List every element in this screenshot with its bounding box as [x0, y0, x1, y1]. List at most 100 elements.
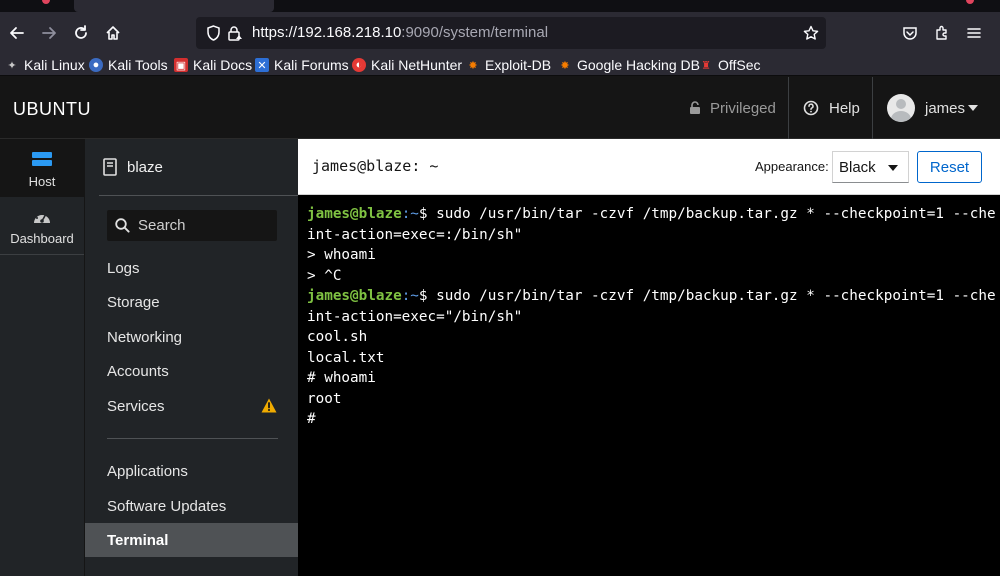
sidebar-item-label: Networking	[107, 328, 183, 346]
sidebar-item-label: Software Updates	[107, 497, 227, 515]
sidebar-item-label: Applications	[107, 462, 188, 480]
host-rail: Host Dashboard	[0, 139, 84, 576]
kali-tools-icon: ●	[89, 58, 103, 72]
host-selector[interactable]: blaze	[85, 139, 299, 195]
url-text[interactable]: https://192.168.218.10:9090/system/termi…	[252, 24, 548, 41]
line-text: $ sudo /usr/bin/tar -czvf /tmp/backup.ta…	[418, 206, 1000, 222]
sidebar-item-label: Logs	[107, 259, 140, 277]
sidebar-item-terminal[interactable]: Terminal	[85, 523, 299, 557]
sidebar-item-software-updates[interactable]: Software Updates	[85, 489, 299, 523]
bookmark-label: Kali Forums	[274, 57, 349, 73]
sidebar-item-label: Services	[107, 397, 165, 415]
search-icon	[115, 218, 130, 233]
line-text: local.txt	[307, 349, 385, 366]
line-text: $ sudo /usr/bin/tar -czvf /tmp/backup.ta…	[418, 288, 1000, 304]
hamburger-menu-icon	[967, 28, 981, 38]
divider	[107, 438, 278, 439]
extensions-button[interactable]	[929, 20, 955, 46]
bookmark-label: Kali Docs	[193, 57, 253, 73]
search-input[interactable]	[138, 217, 268, 234]
browser-navbar: https://192.168.218.10:9090/system/termi…	[0, 12, 1000, 54]
privileged-button[interactable]: Privileged	[689, 77, 776, 139]
home-icon	[106, 26, 120, 40]
bookmark-kali-docs[interactable]: ▣ Kali Docs	[174, 56, 252, 74]
bookmark-kali-nethunter[interactable]: ◐ Kali NetHunter	[352, 56, 462, 74]
masthead-divider	[872, 77, 873, 139]
rail-item-dashboard[interactable]: Dashboard	[0, 197, 84, 255]
terminal-output[interactable]: james@blaze:~$ sudo /usr/bin/tar -czvf /…	[298, 195, 1000, 576]
bookmark-kali-tools[interactable]: ● Kali Tools	[89, 56, 168, 74]
bookmark-star-icon[interactable]	[802, 24, 820, 42]
browser-tab[interactable]	[282, 0, 482, 12]
bookmark-kali-linux[interactable]: ✦ Kali Linux	[5, 56, 85, 74]
masthead: UBUNTU Privileged Help james	[0, 77, 1000, 139]
back-arrow-icon	[10, 27, 24, 39]
shield-icon[interactable]	[204, 24, 222, 42]
nethunter-icon: ◐	[352, 58, 366, 72]
back-button[interactable]	[4, 20, 30, 46]
reload-button[interactable]	[68, 20, 94, 46]
terminal-line: cool.sh	[307, 327, 1000, 348]
offsec-icon: ♜	[701, 59, 711, 72]
caret-down-icon	[968, 105, 979, 111]
terminal-line: # whoami	[307, 368, 1000, 389]
rail-item-host[interactable]: Host	[0, 139, 84, 197]
sidebar-item-storage[interactable]: Storage	[85, 285, 299, 319]
avatar	[887, 94, 915, 122]
lock-warning-icon[interactable]	[226, 24, 244, 42]
menu-button[interactable]	[961, 20, 987, 46]
help-circle-icon	[803, 100, 819, 116]
sidebar-item-networking[interactable]: Networking	[85, 320, 299, 354]
browser-tab-active[interactable]	[74, 0, 274, 12]
prompt-user: james@blaze	[307, 288, 402, 304]
rail-host-label: Host	[28, 173, 56, 189]
tab-indicator	[966, 0, 974, 4]
privileged-label: Privileged	[710, 99, 776, 117]
browser-tab-strip	[0, 0, 1000, 12]
line-text: root	[307, 390, 342, 407]
dashboard-gauge-icon	[34, 211, 50, 223]
user-menu-button[interactable]: james	[887, 77, 979, 139]
nav-search	[107, 210, 277, 241]
bookmark-label: Exploit-DB	[485, 57, 552, 73]
host-name: blaze	[127, 158, 163, 176]
divider	[99, 195, 299, 196]
forward-button[interactable]	[36, 20, 62, 46]
url-path: :9090/system/terminal	[401, 24, 549, 41]
terminal-panel: james@blaze: ~ Appearance: Black Reset j…	[298, 139, 1000, 576]
bookmark-exploit-db[interactable]: ✸ Exploit-DB	[466, 56, 551, 74]
sidebar-item-label: Accounts	[107, 362, 169, 380]
bookmark-label: Kali Linux	[24, 57, 85, 73]
terminal-line: james@blaze:~$ sudo /usr/bin/tar -czvf /…	[307, 204, 1000, 225]
kali-forums-icon: ✕	[255, 58, 269, 72]
bookmark-offsec[interactable]: ♜ OffSec	[699, 56, 760, 74]
lock-icon	[690, 101, 700, 114]
help-button[interactable]: Help	[803, 77, 860, 139]
sidebar-item-logs[interactable]: Logs	[85, 251, 299, 285]
sidebar-item-services[interactable]: Services	[85, 389, 299, 423]
url-bar[interactable]: https://192.168.218.10:9090/system/termi…	[196, 17, 826, 49]
sidebar-item-applications[interactable]: Applications	[85, 454, 299, 488]
terminal-scrollbar[interactable]	[996, 195, 1000, 576]
terminal-line: root	[307, 389, 1000, 410]
home-button[interactable]	[100, 20, 126, 46]
bookmark-kali-forums[interactable]: ✕ Kali Forums	[255, 56, 349, 74]
reset-button[interactable]: Reset	[917, 151, 982, 183]
line-text: #	[307, 411, 316, 427]
server-icon	[32, 151, 52, 166]
sidebar-item-accounts[interactable]: Accounts	[85, 354, 299, 388]
pocket-button[interactable]	[897, 20, 923, 46]
reload-icon	[75, 25, 87, 39]
terminal-line: james@blaze:~$ sudo /usr/bin/tar -czvf /…	[307, 286, 1000, 307]
chevron-down-icon	[888, 165, 898, 171]
sidebar-item-label: Terminal	[107, 531, 169, 549]
bookmark-label: Google Hacking DB	[577, 57, 700, 73]
line-text: int-action=exec=:/bin/sh"	[307, 226, 523, 243]
terminal-line: local.txt	[307, 348, 1000, 369]
bookmark-google-hacking-db[interactable]: ✸ Google Hacking DB	[558, 56, 700, 74]
terminal-title: james@blaze: ~	[312, 157, 439, 175]
appearance-select[interactable]: Black	[832, 151, 909, 183]
warning-triangle-icon	[261, 398, 277, 413]
brand-title: UBUNTU	[13, 99, 91, 119]
kali-docs-icon: ▣	[174, 58, 188, 72]
